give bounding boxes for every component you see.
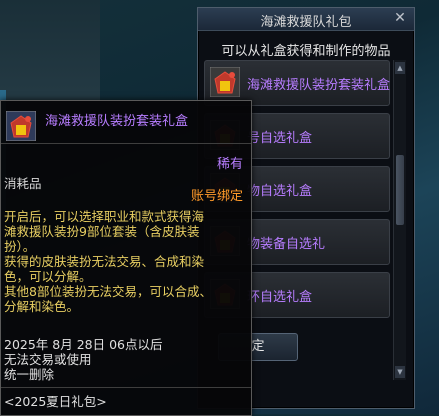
tooltip-source: <2025夏日礼包> (4, 394, 107, 409)
tooltip-item-name: 海滩救援队装扮套装礼盒 (45, 114, 189, 129)
list-item-label: 物装备自选礼 (247, 237, 326, 252)
description-line: 扮）。 (4, 239, 36, 254)
divider (1, 387, 251, 388)
window-title: 海滩救援队礼包 (260, 15, 352, 30)
expiry-line: 统一删除 (4, 367, 55, 382)
description-line: 其他8部位装扮无法交易，可以合成、 (4, 284, 212, 299)
expiry-line: 2025年 8月 28日 06点以后 (4, 337, 163, 352)
description-line: 获得的皮肤装扮无法交易、合成和染 (4, 254, 205, 269)
list-item-label: 环自选礼盒 (247, 290, 313, 305)
gift-box-icon (6, 111, 36, 141)
scroll-up-button[interactable]: ▲ (395, 62, 405, 74)
description-line: 分解和染色。 (4, 299, 80, 314)
gift-box-icon (210, 67, 240, 97)
close-button[interactable]: ✕ (392, 10, 408, 26)
list-item-label: 海滩救援队装扮套装礼盒 (247, 78, 390, 93)
item-tooltip: 海滩救援队装扮套装礼盒 稀有 消耗品 账号绑定 开启后，可以选择职业和款式获得海… (0, 100, 252, 416)
tooltip-category: 消耗品 (4, 176, 42, 191)
scroll-down-button[interactable]: ▼ (395, 366, 405, 378)
scroll-thumb[interactable] (396, 155, 404, 225)
list-item-label: 号自选礼盒 (247, 131, 313, 146)
list-scrollbar[interactable]: ▲ ▼ (393, 60, 406, 380)
background-panel (0, 0, 100, 100)
window-subtitle: 可以从礼盒获得和制作的物品 (221, 44, 391, 59)
tooltip-rarity: 稀有 (216, 157, 243, 172)
tooltip-expiry: 2025年 8月 28日 06点以后 无法交易或使用 统一删除 (4, 337, 248, 382)
window-title-bar[interactable]: 海滩救援队礼包 ✕ (198, 8, 414, 31)
tooltip-description: 开启后，可以选择职业和款式获得海 滩救援队装扮9部位套装（含皮肤装 扮）。 获得… (4, 209, 248, 314)
description-line: 滩救援队装扮9部位套装（含皮肤装 (4, 224, 200, 239)
description-line: 开启后，可以选择职业和款式获得海 (4, 209, 205, 224)
list-item-label: 物自选礼盒 (247, 184, 313, 199)
divider (1, 143, 251, 144)
expiry-line: 无法交易或使用 (4, 352, 92, 367)
description-line: 色，可以分解。 (4, 269, 92, 284)
tooltip-bind-status: 账号绑定 (190, 189, 243, 204)
